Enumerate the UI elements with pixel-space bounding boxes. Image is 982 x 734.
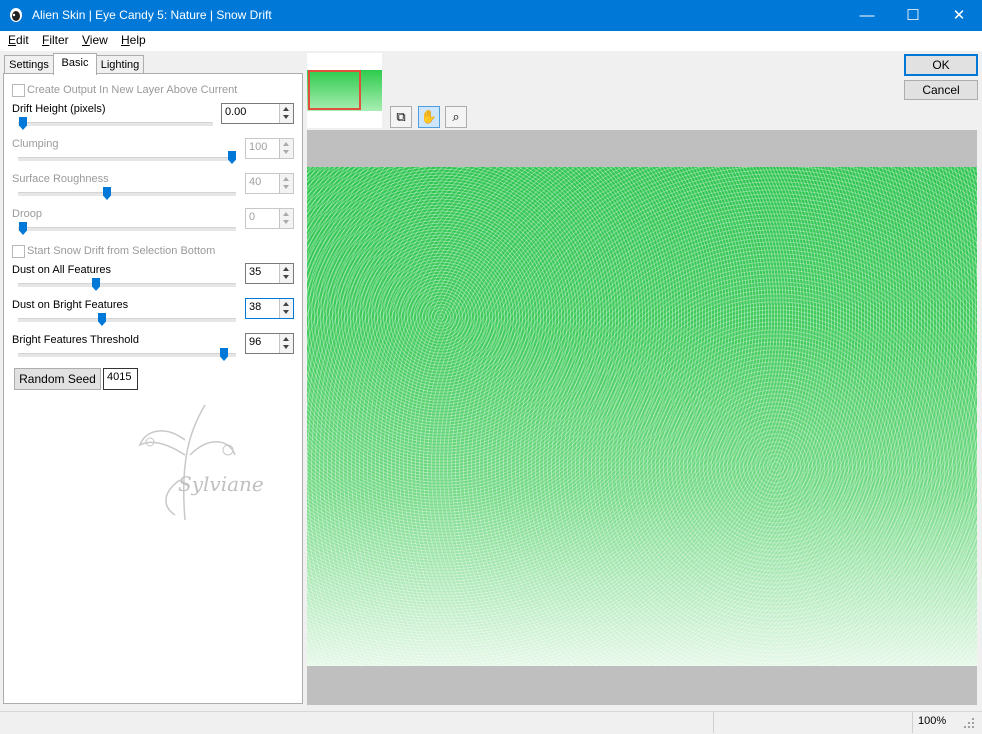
menu-view[interactable]: View [82,33,108,47]
resize-grip-icon[interactable] [962,716,976,730]
spin-up-icon [283,142,289,146]
random-seed-value: 4015 [107,371,132,383]
random-seed-button[interactable]: Random Seed [14,368,101,390]
ok-button[interactable]: OK [904,54,978,76]
bright-threshold-spin-buttons[interactable] [279,334,293,353]
dust-bright-label: Dust on Bright Features [12,299,129,311]
spin-down-icon [283,185,289,189]
random-seed-input[interactable]: 4015 [103,368,138,390]
status-separator [713,712,714,733]
zoom-level: 100% [918,715,947,727]
compare-tool-icon[interactable]: ⧉ [390,106,412,128]
maximize-button[interactable]: ☐ [890,0,936,31]
clumping-slider-track[interactable] [18,157,236,161]
menu-help[interactable]: Help [121,33,146,47]
surface-roughness-spinbox[interactable]: 40 [245,173,294,194]
clumping-label: Clumping [12,138,59,150]
dust-bright-spinbox[interactable]: 38 [245,298,294,319]
surface-roughness-label: Surface Roughness [12,173,109,185]
clumping-spinbox[interactable]: 100 [245,138,294,159]
create-output-label: Create Output In New Layer Above Current [27,84,238,96]
surface-roughness-slider-track[interactable] [18,192,236,196]
dust-bright-slider-track[interactable] [18,318,236,322]
clumping-spin-buttons[interactable] [279,139,293,158]
alien-skin-icon [10,8,22,22]
surface-roughness-value: 40 [249,176,262,188]
preview-image[interactable] [307,167,977,666]
window-title: Alien Skin | Eye Candy 5: Nature | Snow … [32,8,272,22]
drift-height-value: 0.00 [225,106,247,118]
drift-height-spin-buttons[interactable] [279,104,293,123]
spin-down-icon [283,310,289,314]
droop-value: 0 [249,211,256,223]
tab-settings[interactable]: Settings [4,55,54,74]
spin-down-icon [283,115,289,119]
dust-bright-value: 38 [249,301,262,313]
clumping-value: 100 [249,141,268,153]
drift-height-spinbox[interactable]: 0.00 [221,103,294,124]
spin-up-icon [283,107,289,111]
cancel-button[interactable]: Cancel [904,80,978,100]
spin-down-icon [283,275,289,279]
tab-lighting[interactable]: Lighting [96,55,144,74]
watermark-signature: Sylviane [178,472,264,496]
hand-tool-icon[interactable]: ✋ [418,106,440,128]
droop-spin-buttons[interactable] [279,209,293,228]
bright-threshold-value: 96 [249,336,262,348]
status-separator [912,712,913,733]
bright-threshold-slider-track[interactable] [18,353,236,357]
surface-roughness-spin-buttons[interactable] [279,174,293,193]
spin-up-icon [283,267,289,271]
zoom-tool-icon[interactable]: ⌕ [445,106,467,128]
menu-filter[interactable]: Filter [42,33,69,47]
droop-label: Droop [12,208,42,220]
status-bar [0,711,982,734]
create-output-checkbox[interactable] [12,84,25,97]
spin-down-icon [283,345,289,349]
close-button[interactable]: ✕ [936,0,982,31]
menu-edit[interactable]: Edit [8,33,29,47]
spin-up-icon [283,212,289,216]
spin-down-icon [283,150,289,154]
bright-threshold-spinbox[interactable]: 96 [245,333,294,354]
minimize-button[interactable]: — [844,0,890,31]
drift-height-label: Drift Height (pixels) [12,103,106,115]
dust-all-value: 35 [249,266,262,278]
start-snow-drift-label: Start Snow Drift from Selection Bottom [27,245,216,257]
floral-watermark-icon [138,404,236,521]
start-snow-drift-checkbox[interactable] [12,245,25,258]
spin-up-icon [283,302,289,306]
spin-up-icon [283,177,289,181]
spin-down-icon [283,220,289,224]
title-bar: Alien Skin | Eye Candy 5: Nature | Snow … [0,0,982,31]
droop-slider-track[interactable] [18,227,236,231]
dust-all-slider-track[interactable] [18,283,236,287]
spin-up-icon [283,337,289,341]
dust-bright-spin-buttons[interactable] [279,299,293,318]
bright-threshold-label: Bright Features Threshold [12,334,139,346]
tab-basic[interactable]: Basic [53,53,97,75]
drift-height-slider-track[interactable] [18,122,213,126]
menu-bar: Edit Filter View Help [0,31,982,51]
navigator-viewport-rect[interactable] [308,70,361,110]
dust-all-spin-buttons[interactable] [279,264,293,283]
dust-all-spinbox[interactable]: 35 [245,263,294,284]
droop-spinbox[interactable]: 0 [245,208,294,229]
dust-all-label: Dust on All Features [12,264,112,276]
